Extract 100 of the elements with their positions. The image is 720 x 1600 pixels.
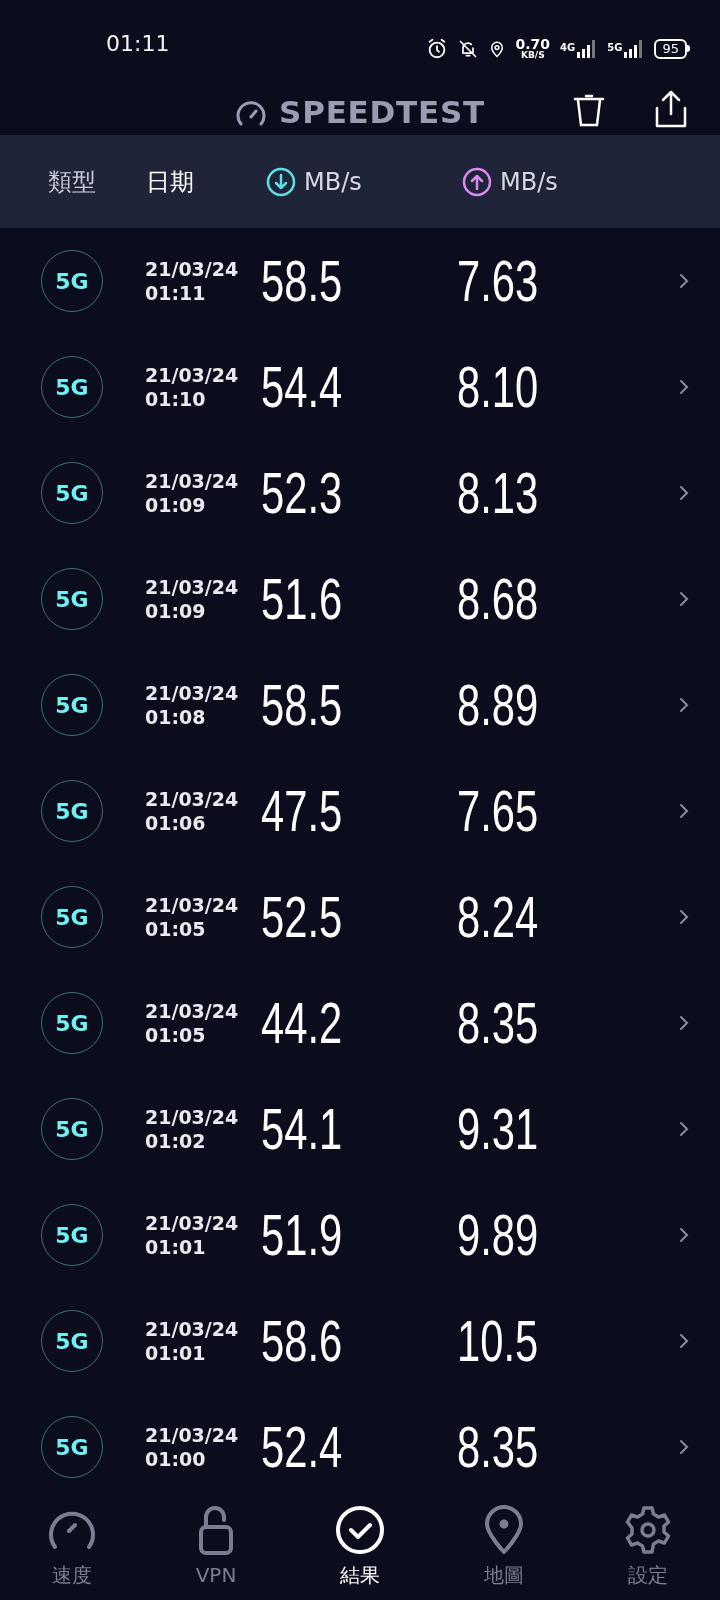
network-type: 5G <box>607 40 623 55</box>
download-speed: 51.9 <box>261 1206 343 1264</box>
result-date: 21/03/24 <box>145 1423 240 1447</box>
delete-button[interactable] <box>572 92 606 128</box>
result-date: 21/03/24 <box>145 681 240 705</box>
result-row[interactable]: 5G 21/03/24 01:06 47.5 7.65 <box>0 758 720 864</box>
unlocked-padlock-icon <box>198 1505 234 1555</box>
result-time: 01:01 <box>145 1341 207 1365</box>
nav-tab[interactable]: 地圖 <box>432 1500 576 1600</box>
result-row[interactable]: 5G 21/03/24 01:09 52.3 8.13 <box>0 440 720 546</box>
result-date: 21/03/24 <box>145 999 240 1023</box>
result-date: 21/03/24 <box>145 469 240 493</box>
check-circle-icon <box>335 1505 385 1555</box>
chevron-right-icon <box>679 1333 689 1349</box>
download-speed: 51.6 <box>261 570 343 628</box>
result-time: 01:09 <box>145 599 207 623</box>
download-speed: 54.1 <box>261 1100 343 1158</box>
column-heading: MB/s <box>304 166 362 198</box>
column-heading: 日期 <box>146 166 195 198</box>
result-date: 21/03/24 <box>145 1211 240 1235</box>
download-speed: 52.5 <box>261 888 343 946</box>
share-button[interactable] <box>654 90 688 128</box>
upload-speed: 9.89 <box>457 1206 539 1264</box>
result-row[interactable]: 5G 21/03/24 01:00 52.4 8.35 <box>0 1394 720 1500</box>
result-row[interactable]: 5G 21/03/24 01:01 51.9 9.89 <box>0 1182 720 1288</box>
upload-speed: 8.68 <box>457 570 539 628</box>
upload-speed: 7.65 <box>457 782 539 840</box>
chevron-right-icon <box>679 379 689 395</box>
trash-icon <box>572 92 606 128</box>
app-title: SPEEDTEST <box>279 93 485 133</box>
chevron-right-icon <box>679 1227 689 1243</box>
download-speed: 58.5 <box>261 676 343 734</box>
result-time: 01:11 <box>145 281 207 305</box>
upload-icon <box>462 166 492 197</box>
result-row[interactable]: 5G 21/03/24 01:02 54.1 9.31 <box>0 1076 720 1182</box>
download-speed: 54.4 <box>261 358 343 416</box>
chevron-right-icon <box>679 485 689 501</box>
nav-tab[interactable]: 設定 <box>576 1500 720 1600</box>
map-pin-icon <box>484 1505 524 1555</box>
network-speed: 0.70 <box>515 37 551 51</box>
result-time: 01:09 <box>145 493 207 517</box>
download-icon <box>266 166 296 197</box>
nav-tab[interactable]: VPN <box>144 1500 288 1600</box>
result-time: 01:10 <box>145 387 207 411</box>
upload-speed: 9.31 <box>457 1100 539 1158</box>
share-icon <box>654 90 688 128</box>
result-date: 21/03/24 <box>145 257 240 281</box>
column-heading: MB/s <box>500 166 558 198</box>
chevron-right-icon <box>679 697 689 713</box>
result-time: 01:00 <box>145 1447 207 1471</box>
upload-speed: 8.35 <box>457 1418 539 1476</box>
battery-level: 95 <box>654 38 687 59</box>
upload-speed: 8.35 <box>457 994 539 1052</box>
download-speed: 44.2 <box>261 994 343 1052</box>
upload-speed: 8.10 <box>457 358 539 416</box>
chevron-right-icon <box>679 591 689 607</box>
result-date: 21/03/24 <box>145 787 240 811</box>
upload-speed: 8.24 <box>457 888 539 946</box>
download-speed: 52.3 <box>261 464 343 522</box>
speed-unit: KB/S <box>521 51 545 60</box>
upload-speed: 10.5 <box>457 1312 539 1370</box>
clock-time: 01:11 <box>106 30 170 58</box>
chevron-right-icon <box>679 803 689 819</box>
result-row[interactable]: 5G 21/03/24 01:10 54.4 8.10 <box>0 334 720 440</box>
result-row[interactable]: 5G 21/03/24 01:11 58.5 7.63 <box>0 228 720 334</box>
download-speed: 58.5 <box>261 252 343 310</box>
chevron-right-icon <box>679 273 689 289</box>
upload-speed: 8.13 <box>457 464 539 522</box>
upload-speed: 8.89 <box>457 676 539 734</box>
result-date: 21/03/24 <box>145 893 240 917</box>
result-row[interactable]: 5G 21/03/24 01:05 44.2 8.35 <box>0 970 720 1076</box>
network-type: 4G <box>560 40 576 55</box>
result-time: 01:02 <box>145 1129 207 1153</box>
settings-icon <box>623 1505 673 1555</box>
download-speed: 52.4 <box>261 1418 343 1476</box>
result-time: 01:01 <box>145 1235 207 1259</box>
result-row[interactable]: 5G 21/03/24 01:05 52.5 8.24 <box>0 864 720 970</box>
nav-tab[interactable]: 結果 <box>288 1500 432 1600</box>
result-date: 21/03/24 <box>145 1317 240 1341</box>
chevron-right-icon <box>679 1015 689 1031</box>
speedometer-icon <box>235 98 268 127</box>
result-date: 21/03/24 <box>145 1105 240 1129</box>
result-date: 21/03/24 <box>145 575 240 599</box>
result-row[interactable]: 5G 21/03/24 01:01 58.6 10.5 <box>0 1288 720 1394</box>
signal-icon <box>624 39 645 58</box>
result-time: 01:05 <box>145 917 207 941</box>
result-time: 01:06 <box>145 811 207 835</box>
result-row[interactable]: 5G 21/03/24 01:08 58.5 8.89 <box>0 652 720 758</box>
result-time: 01:05 <box>145 1023 207 1047</box>
result-date: 21/03/24 <box>145 363 240 387</box>
chevron-right-icon <box>679 1121 689 1137</box>
column-heading: 類型 <box>48 166 97 198</box>
chevron-right-icon <box>679 909 689 925</box>
nav-tab[interactable]: 速度 <box>0 1500 144 1600</box>
result-row[interactable]: 5G 21/03/24 01:09 51.6 8.68 <box>0 546 720 652</box>
chevron-right-icon <box>679 1439 689 1455</box>
signal-icon <box>577 39 598 58</box>
result-time: 01:08 <box>145 705 207 729</box>
download-speed: 47.5 <box>261 782 343 840</box>
upload-speed: 7.63 <box>457 252 539 310</box>
